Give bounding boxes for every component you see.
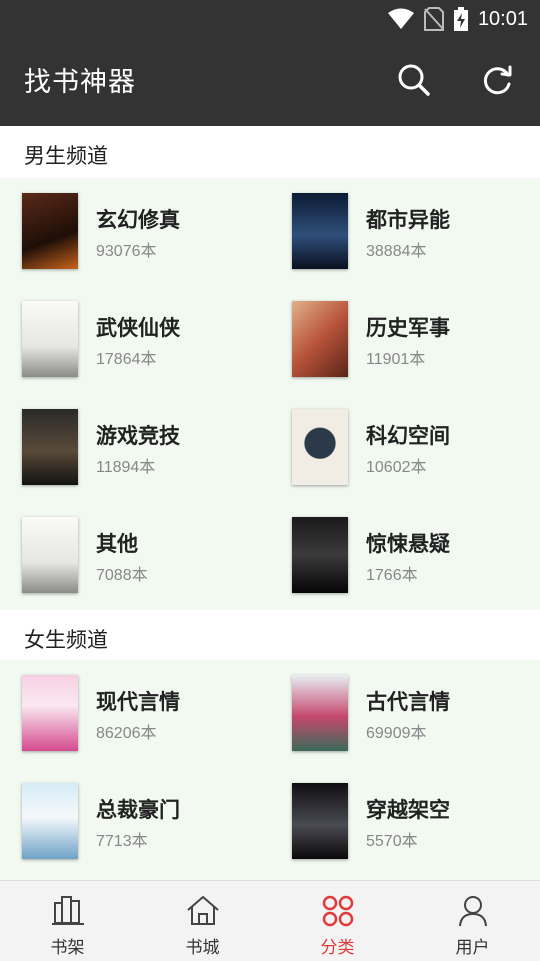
category-name: 古代言情	[366, 690, 450, 714]
status-icons: 10:01	[387, 6, 528, 32]
category-count: 10602本	[366, 459, 427, 476]
search-icon	[398, 64, 430, 96]
nav-label: 书架	[50, 938, 85, 958]
male-channel-header: 男生频道	[0, 126, 540, 178]
category-name: 武侠仙侠	[96, 316, 180, 340]
category-item[interactable]: 都市异能 38884本	[270, 178, 540, 286]
category-item[interactable]: 历史军事 11901本	[270, 286, 540, 394]
home-icon	[186, 896, 219, 925]
category-item[interactable]: 科幻空间 10602本	[270, 394, 540, 502]
category-item[interactable]: 其他 7088本	[0, 502, 270, 610]
bottom-navigation: 书架 书城 分类 用户	[0, 880, 540, 961]
no-sim-icon	[423, 7, 444, 31]
category-count: 17864本	[96, 351, 157, 368]
bookshelf-icon	[51, 896, 84, 925]
category-name: 科幻空间	[366, 424, 450, 448]
category-item[interactable]: 总裁豪门 7713本	[0, 768, 270, 876]
category-count: 5570本	[366, 833, 418, 850]
category-item[interactable]: 游戏竞技 11894本	[0, 394, 270, 502]
refresh-button[interactable]	[476, 58, 520, 102]
search-button[interactable]	[392, 58, 436, 102]
book-cover	[292, 517, 348, 593]
book-cover	[22, 675, 78, 751]
category-count: 93076本	[96, 243, 157, 260]
category-item[interactable]: 现代言情 86206本	[0, 660, 270, 768]
category-item[interactable]: 玄幻修真 93076本	[0, 178, 270, 286]
category-icon	[322, 895, 353, 927]
book-cover	[22, 517, 78, 593]
category-name: 都市异能	[366, 208, 450, 232]
category-count: 7088本	[96, 567, 148, 584]
book-cover	[22, 783, 78, 859]
section-title: 男生频道	[24, 144, 108, 168]
category-count: 86206本	[96, 725, 157, 742]
book-cover	[292, 301, 348, 377]
category-count: 7713本	[96, 833, 148, 850]
nav-label: 书城	[185, 938, 220, 958]
category-name: 现代言情	[96, 690, 180, 714]
book-cover	[292, 409, 348, 485]
category-name: 其他	[96, 532, 138, 556]
category-count: 11894本	[96, 459, 156, 476]
nav-user[interactable]: 用户	[405, 881, 540, 961]
category-count: 11901本	[366, 351, 426, 368]
category-name: 玄幻修真	[96, 208, 180, 232]
book-cover	[292, 675, 348, 751]
category-item[interactable]: 惊悚悬疑 1766本	[270, 502, 540, 610]
category-item[interactable]: 穿越架空 5570本	[270, 768, 540, 876]
category-name: 总裁豪门	[96, 798, 180, 822]
book-cover	[22, 193, 78, 269]
nav-bookstore[interactable]: 书城	[135, 881, 270, 961]
nav-label: 分类	[320, 938, 355, 958]
female-category-grid: 现代言情 86206本 古代言情 69909本 总裁豪门 7713本 穿越架空 …	[0, 660, 540, 880]
book-cover	[22, 409, 78, 485]
refresh-icon	[483, 65, 512, 95]
page-title: 找书神器	[24, 67, 136, 98]
category-count: 69909本	[366, 725, 427, 742]
category-item[interactable]: 武侠仙侠 17864本	[0, 286, 270, 394]
clock: 10:01	[477, 7, 528, 30]
female-channel-header: 女生频道	[0, 610, 540, 662]
category-name: 游戏竞技	[96, 424, 180, 448]
wifi-icon	[387, 8, 414, 29]
nav-label: 用户	[455, 938, 490, 958]
category-count: 38884本	[366, 243, 427, 260]
book-cover	[292, 783, 348, 859]
category-count: 1766本	[366, 567, 418, 584]
category-name: 穿越架空	[366, 798, 450, 822]
category-name: 惊悚悬疑	[366, 532, 450, 556]
section-title: 女生频道	[24, 628, 108, 652]
app-bar: 找书神器	[0, 38, 540, 126]
book-cover	[22, 301, 78, 377]
book-cover	[292, 193, 348, 269]
nav-category[interactable]: 分类	[270, 881, 405, 961]
nav-bookshelf[interactable]: 书架	[0, 881, 135, 961]
male-category-grid: 玄幻修真 93076本 都市异能 38884本 武侠仙侠 17864本 历史军事…	[0, 178, 540, 610]
status-bar: 10:01	[0, 0, 540, 38]
category-name: 历史军事	[366, 316, 450, 340]
category-item[interactable]: 古代言情 69909本	[270, 660, 540, 768]
battery-charging-icon	[453, 7, 468, 31]
user-icon	[458, 896, 487, 927]
